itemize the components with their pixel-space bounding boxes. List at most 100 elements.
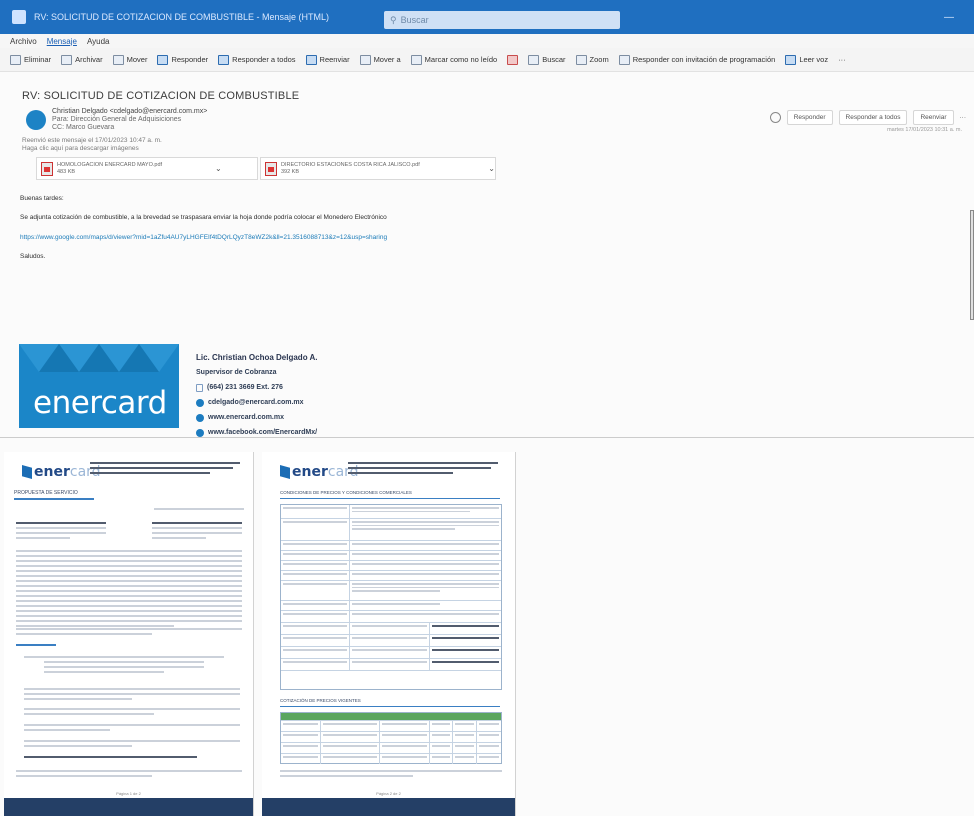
logo-mark-icon bbox=[22, 465, 32, 479]
doc-header-text bbox=[90, 462, 240, 477]
flag-button[interactable] bbox=[507, 54, 519, 65]
menu-ayuda[interactable]: Ayuda bbox=[87, 37, 110, 46]
reply-icon bbox=[157, 54, 169, 65]
facebook-icon bbox=[196, 428, 204, 437]
sender-name[interactable]: Christian Delgado <cdelgado@enercard.com… bbox=[52, 108, 207, 116]
conditions-table bbox=[280, 504, 502, 690]
doc-section-title: PROPUESTA DE SERVICIO bbox=[14, 490, 78, 496]
zoom-button[interactable]: Zoom bbox=[575, 54, 609, 65]
flag-icon bbox=[507, 54, 519, 65]
attachment-name: DIRECTORIO ESTACIONES COSTA RICA JALISCO… bbox=[280, 161, 420, 168]
reply-meeting-label: Responder con invitación de programación bbox=[632, 55, 776, 64]
more-actions[interactable]: ··· bbox=[960, 114, 967, 121]
move-to-label: Mover a bbox=[373, 55, 401, 64]
emoji-icon[interactable] bbox=[769, 112, 781, 123]
delete-button[interactable]: Eliminar bbox=[10, 54, 52, 65]
forward-note-1: Reenvió este mensaje el 17/01/2023 10:47… bbox=[22, 137, 162, 144]
zoom-icon bbox=[575, 54, 587, 65]
reply-all-action[interactable]: Responder a todos bbox=[838, 110, 908, 125]
cc-line: CC: Marco Guevara bbox=[52, 124, 115, 131]
forward-label: Reenviar bbox=[319, 55, 350, 64]
ribbon: Eliminar Archivar Mover Responder Respon… bbox=[0, 48, 974, 72]
avatar bbox=[26, 110, 46, 130]
menu-archivo[interactable]: Archivo bbox=[10, 37, 37, 46]
to-line: Para: Dirección General de Adquisiciones bbox=[52, 116, 182, 123]
menu-bar: Archivo Mensaje Ayuda bbox=[0, 34, 974, 48]
trash-icon bbox=[10, 54, 21, 65]
signature-name: Lic. Christian Ochoa Delgado A. bbox=[196, 353, 318, 362]
minimize-icon[interactable]: — bbox=[944, 12, 954, 23]
mark-unread-label: Marcar como no leído bbox=[424, 55, 498, 64]
body-text: Se adjunta cotización de combustible, a … bbox=[20, 214, 387, 221]
logo-bold: ener bbox=[34, 464, 70, 480]
logo-bold: ener bbox=[292, 464, 328, 480]
pattern-decoration bbox=[19, 344, 179, 372]
menu-mensaje[interactable]: Mensaje bbox=[47, 37, 77, 46]
find-button[interactable]: Buscar bbox=[528, 54, 566, 65]
enercard-logo: enercard bbox=[19, 344, 179, 428]
phone-text: (664) 231 3669 Ext. 276 bbox=[207, 384, 283, 391]
email-text[interactable]: cdelgado@enercard.com.mx bbox=[208, 395, 304, 410]
more-button[interactable]: ··· bbox=[838, 55, 846, 64]
web-row[interactable]: www.enercard.com.mx bbox=[196, 410, 318, 425]
attachment-1[interactable]: HOMOLOGACION ENERCARD MAYO.pdf 483 KB ⌄ bbox=[36, 157, 258, 180]
reply-button[interactable]: Responder bbox=[157, 54, 208, 65]
move-label: Mover bbox=[126, 55, 148, 64]
sender-block: Christian Delgado <cdelgado@enercard.com… bbox=[52, 108, 207, 132]
page-number: Página 1 de 2 bbox=[116, 791, 141, 796]
move-to-button[interactable]: Mover a bbox=[359, 54, 401, 65]
message-subject: RV: SOLICITUD DE COTIZACION DE COMBUSTIB… bbox=[22, 90, 300, 102]
closing: Saludos. bbox=[20, 253, 46, 260]
email-window: RV: SOLICITUD DE COTIZACION DE COMBUSTIB… bbox=[0, 0, 974, 438]
scrollbar[interactable] bbox=[970, 210, 974, 320]
email-icon bbox=[196, 398, 204, 407]
doc-section-title: CONDICIONES DE PRECIOS Y CONDICIONES COM… bbox=[280, 490, 412, 495]
doc-footer bbox=[262, 798, 515, 816]
forward-note: Reenvió este mensaje el 17/01/2023 10:47… bbox=[22, 137, 162, 152]
role-text: Supervisor de Cobranza bbox=[196, 369, 277, 376]
find-label: Buscar bbox=[542, 55, 566, 64]
facebook-row[interactable]: www.facebook.com/EnercardMx/ bbox=[196, 425, 318, 440]
reply-all-button[interactable]: Responder a todos bbox=[218, 54, 296, 65]
pdf-icon bbox=[265, 161, 277, 176]
move-button[interactable]: Mover bbox=[112, 54, 148, 65]
brand-name: enercard bbox=[33, 385, 167, 421]
phone-row: (664) 231 3669 Ext. 276 bbox=[196, 380, 318, 395]
signature-role: Supervisor de Cobranza bbox=[196, 365, 318, 380]
forward-action[interactable]: Reenviar bbox=[913, 110, 954, 125]
maps-link[interactable]: https://www.google.com/maps/d/viewer?mid… bbox=[20, 234, 500, 241]
delete-label: Eliminar bbox=[24, 55, 52, 64]
forward-button[interactable]: Reenviar bbox=[305, 54, 350, 65]
outlook-icon bbox=[12, 10, 26, 24]
document-page-1: enercard PROPUESTA DE SERVICIO Página 1 … bbox=[4, 452, 254, 816]
archive-button[interactable]: Archivar bbox=[61, 54, 103, 65]
mark-unread-button[interactable]: Marcar como no leído bbox=[410, 54, 498, 65]
globe-icon bbox=[196, 413, 204, 422]
reply-meeting-button[interactable]: Responder con invitación de programación bbox=[618, 54, 776, 65]
logo-mark-icon bbox=[280, 465, 290, 479]
message-datetime: martes 17/01/2023 10:31 a. m. bbox=[887, 127, 962, 133]
search-placeholder: Buscar bbox=[400, 15, 429, 25]
doc-footer bbox=[4, 798, 253, 816]
search-icon: ⚲ bbox=[390, 14, 397, 25]
greeting: Buenas tardes: bbox=[20, 195, 64, 202]
phone-icon bbox=[196, 383, 203, 392]
chevron-down-icon[interactable]: ⌄ bbox=[215, 164, 222, 173]
document-page-2: enercard CONDICIONES DE PRECIOS Y CONDIC… bbox=[262, 452, 516, 816]
move-to-icon bbox=[359, 54, 371, 65]
window-title: RV: SOLICITUD DE COTIZACION DE COMBUSTIB… bbox=[34, 12, 330, 22]
envelope-icon bbox=[410, 54, 422, 65]
web-text[interactable]: www.enercard.com.mx bbox=[208, 410, 284, 425]
facebook-text[interactable]: www.facebook.com/EnercardMx/ bbox=[208, 425, 317, 440]
download-images-link[interactable]: Haga clic aquí para descargar imágenes bbox=[22, 145, 162, 153]
folder-icon bbox=[112, 54, 124, 65]
reply-all-icon bbox=[218, 54, 230, 65]
attachment-2[interactable]: DIRECTORIO ESTACIONES COSTA RICA JALISCO… bbox=[260, 157, 496, 180]
reply-action[interactable]: Responder bbox=[786, 110, 833, 125]
read-aloud-button[interactable]: Leer voz bbox=[785, 54, 828, 65]
prices-table bbox=[280, 712, 502, 764]
email-row[interactable]: cdelgado@enercard.com.mx bbox=[196, 395, 318, 410]
search-box[interactable]: ⚲ Buscar bbox=[384, 11, 620, 29]
chevron-down-icon[interactable]: ⌄ bbox=[488, 164, 495, 173]
forward-icon bbox=[305, 54, 317, 65]
